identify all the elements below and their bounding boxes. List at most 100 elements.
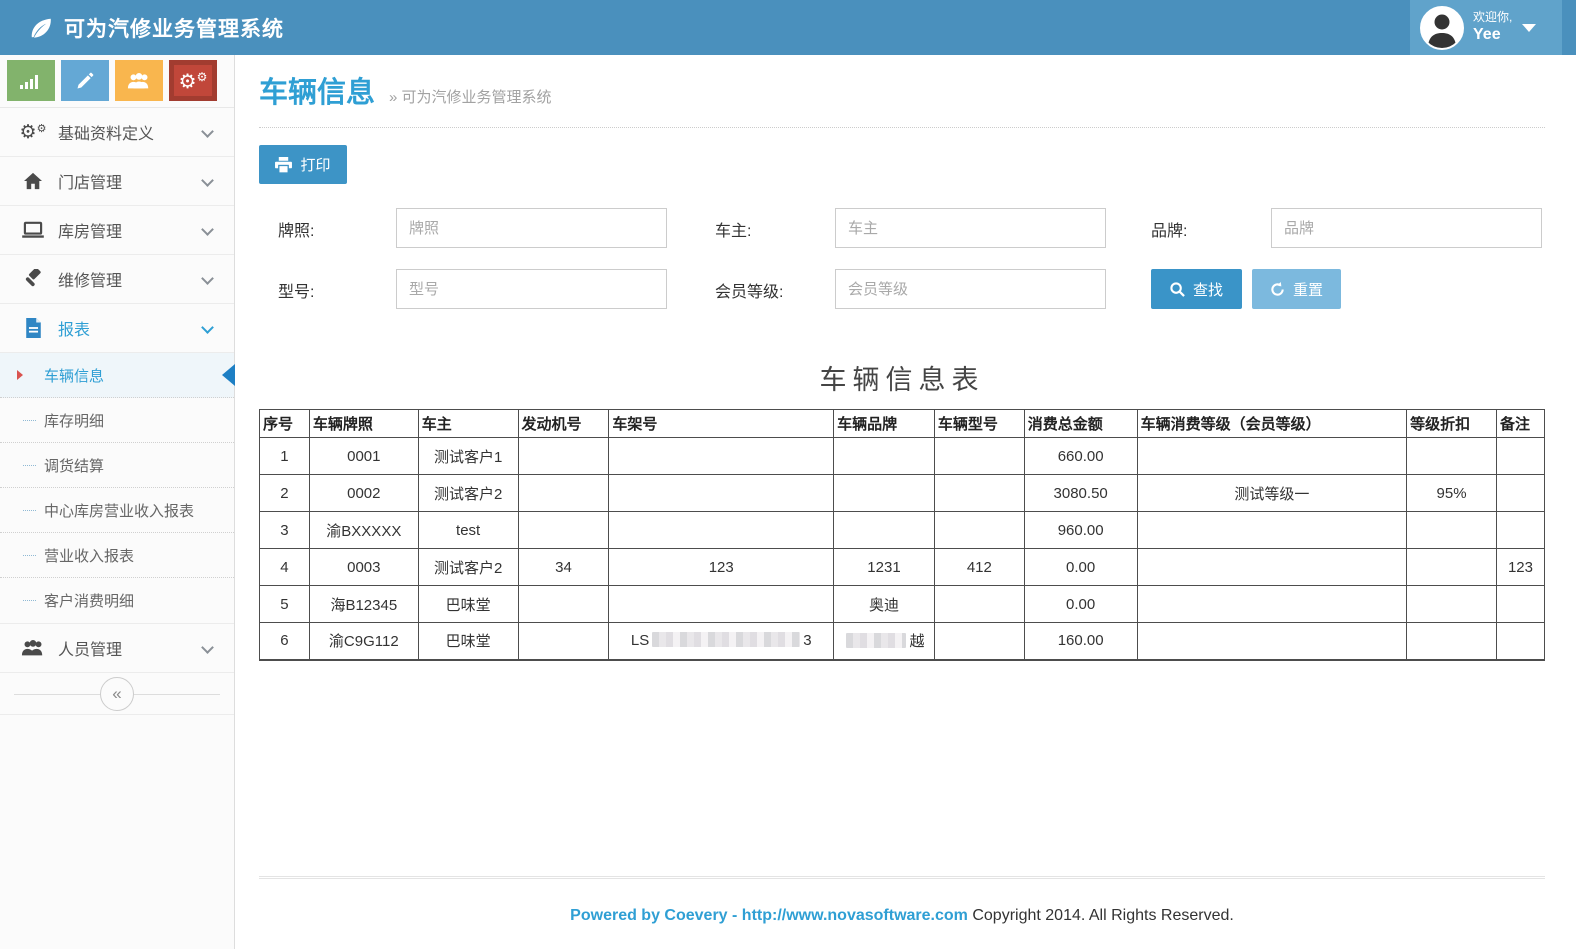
table-cell: 奥迪 [834,586,935,623]
plate-input[interactable] [396,208,667,248]
table-cell: 巴味堂 [418,623,518,660]
redacted-blur [846,633,906,648]
sidebar-item-reports[interactable]: 报表 [0,304,234,353]
table-cell: 测试等级一 [1137,475,1407,512]
powered-by-link[interactable]: Powered by Coevery - http://www.novasoft… [570,907,968,924]
users-icon [20,639,46,657]
member-level-label: 会员等级: [715,269,835,309]
submenu-item-central-warehouse-revenue[interactable]: 中心库房营业收入报表 [0,488,234,533]
filter-row: 型号: 会员等级: 查找 [278,269,1545,309]
column-header: 备注 [1496,410,1544,438]
column-header: 车主 [418,410,518,438]
user-menu[interactable]: 欢迎你, Yee [1410,0,1562,55]
table-cell [1137,438,1407,475]
table-cell: 渝BXXXXX [309,512,418,549]
table-cell [1137,512,1407,549]
submenu-item-customer-consumption[interactable]: 客户消费明细 [0,578,234,623]
quick-settings-button[interactable]: ⚙⚙ [169,60,217,101]
table-cell [518,623,609,660]
table-cell: 4 [260,549,310,586]
app-brand: 可为汽修业务管理系统 [0,13,284,43]
submenu-item-label: 中心库房营业收入报表 [44,500,194,521]
page-title: 车辆信息 [259,69,375,111]
table-cell [1137,623,1407,660]
sidebar-item-base-data[interactable]: ⚙⚙ 基础资料定义 [0,108,234,157]
users-icon [127,72,151,90]
sidebar-item-label: 报表 [58,316,90,340]
submenu-item-label: 调货结算 [44,455,104,476]
table-cell [834,438,935,475]
filter-row: 牌照: 车主: 品牌: [278,208,1545,248]
table-cell: 测试客户2 [418,475,518,512]
leaf-logo-icon [28,15,54,41]
table-cell [1407,438,1497,475]
filter-owner: 车主: [715,208,1106,248]
print-button[interactable]: 打印 [259,145,347,184]
column-header: 车辆型号 [934,410,1024,438]
table-cell: 测试客户2 [418,549,518,586]
table-cell: 123 [609,549,834,586]
search-button-label: 查找 [1193,279,1223,300]
model-label: 型号: [278,269,396,309]
chevron-down-icon [201,223,214,236]
submenu-item-transfer-settlement[interactable]: 调货结算 [0,443,234,488]
table-cell: LS3 [609,623,834,660]
table-cell [1496,512,1544,549]
sidebar-item-label: 维修管理 [58,267,122,291]
avatar [1420,6,1464,50]
brand-input[interactable] [1271,208,1542,248]
report-section: 车辆信息表 序号车辆牌照车主发动机号车架号车辆品牌车辆型号消费总金额车辆消费等级… [259,358,1545,661]
table-cell: 0002 [309,475,418,512]
quick-buttons: ⚙⚙ [0,55,234,108]
report-file-icon [20,318,46,338]
chevron-down-icon [201,321,214,334]
sidebar-item-personnel[interactable]: 人员管理 [0,624,234,673]
gears-icon: ⚙⚙ [179,71,208,91]
column-header: 车架号 [609,410,834,438]
top-navbar: 可为汽修业务管理系统 欢迎你, Yee [0,0,1576,55]
reset-button[interactable]: 重置 [1252,269,1341,309]
submenu-item-revenue-report[interactable]: 营业收入报表 [0,533,234,578]
column-header: 等级折扣 [1407,410,1497,438]
table-cell: 巴味堂 [418,586,518,623]
welcome-text: 欢迎你, Yee [1473,10,1512,45]
collapse-sidebar-button[interactable]: « [100,677,134,711]
filter-model: 型号: [278,269,667,309]
column-header: 车辆牌照 [309,410,418,438]
quick-users-button[interactable] [115,60,163,101]
table-cell: 34 [518,549,609,586]
table-cell: 海B12345 [309,586,418,623]
table-cell: 1 [260,438,310,475]
quick-edit-button[interactable] [61,60,109,101]
table-cell: 越 [834,623,935,660]
gavel-icon [20,269,46,289]
table-cell [934,475,1024,512]
member-level-input[interactable] [835,269,1106,309]
table-cell [934,512,1024,549]
table-cell: 95% [1407,475,1497,512]
table-cell [518,586,609,623]
active-item-arrow-icon [17,370,23,380]
reset-button-label: 重置 [1293,279,1323,300]
model-input[interactable] [396,269,667,309]
submenu-item-label: 营业收入报表 [44,545,134,566]
table-row: 5海B12345巴味堂奥迪0.00 [260,586,1545,623]
filter-plate: 牌照: [278,208,667,248]
owner-input[interactable] [835,208,1106,248]
home-icon [20,172,46,190]
sidebar-item-warehouse[interactable]: 库房管理 [0,206,234,255]
submenu-item-stock-detail[interactable]: 库存明细 [0,398,234,443]
search-button[interactable]: 查找 [1151,269,1242,309]
breadcrumb: » 可为汽修业务管理系统 [389,86,552,107]
caret-down-icon [1522,24,1536,32]
reset-icon [1270,282,1285,297]
table-cell: 6 [260,623,310,660]
quick-stats-button[interactable] [7,60,55,101]
sidebar-item-repairs[interactable]: 维修管理 [0,255,234,304]
filter-actions: 查找 重置 [1151,269,1341,309]
submenu-item-vehicle-info[interactable]: 车辆信息 [0,353,234,398]
table-cell [1496,475,1544,512]
search-icon [1170,282,1185,297]
table-cell [1137,549,1407,586]
sidebar-item-stores[interactable]: 门店管理 [0,157,234,206]
